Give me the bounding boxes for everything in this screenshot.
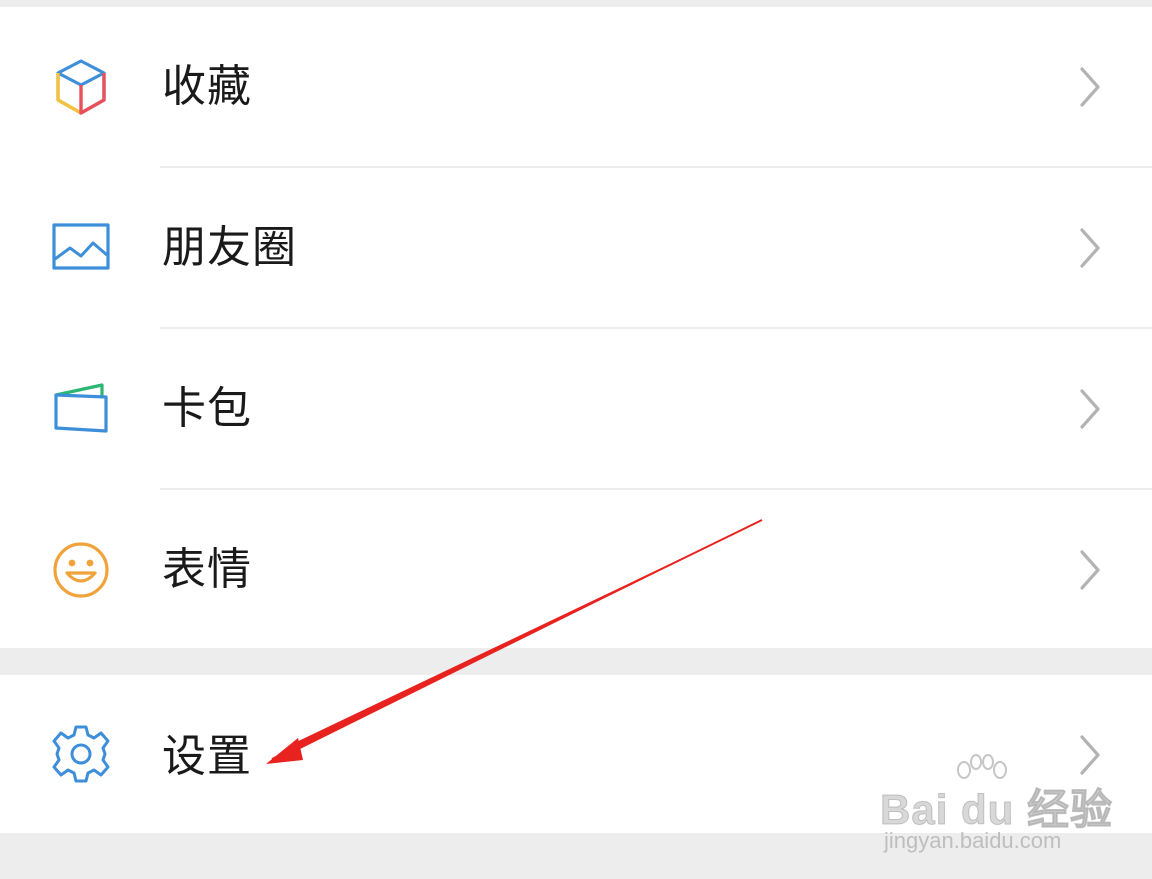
moments-picture-icon (48, 215, 114, 281)
menu-item-label: 朋友圈 (162, 222, 297, 273)
chevron-right-icon (1076, 387, 1104, 431)
chevron-right-icon (1076, 65, 1104, 109)
menu-item-label: 卡包 (162, 383, 252, 434)
menu-item-label: 设置 (162, 731, 252, 782)
menu-item-stickers[interactable]: 表情 (0, 490, 1152, 650)
gear-icon (48, 721, 114, 787)
menu-item-moments[interactable]: 朋友圈 (0, 168, 1152, 328)
menu-item-label: 收藏 (162, 61, 252, 112)
menu-item-favorites[interactable]: 收藏 (0, 7, 1152, 167)
chevron-right-icon (1076, 226, 1104, 270)
chevron-right-icon (1076, 548, 1104, 592)
menu-item-label: 表情 (162, 544, 252, 595)
menu-group-settings: 设置 (0, 675, 1152, 833)
smiley-face-icon (48, 537, 114, 603)
chevron-right-icon (1076, 733, 1104, 777)
menu-item-card-wallet[interactable]: 卡包 (0, 329, 1152, 489)
card-wallet-icon (48, 375, 114, 441)
menu-group-main: 收藏 朋友圈 卡包 表情 (0, 7, 1152, 648)
favorites-cube-icon (48, 54, 114, 120)
menu-item-settings[interactable]: 设置 (0, 675, 1152, 833)
